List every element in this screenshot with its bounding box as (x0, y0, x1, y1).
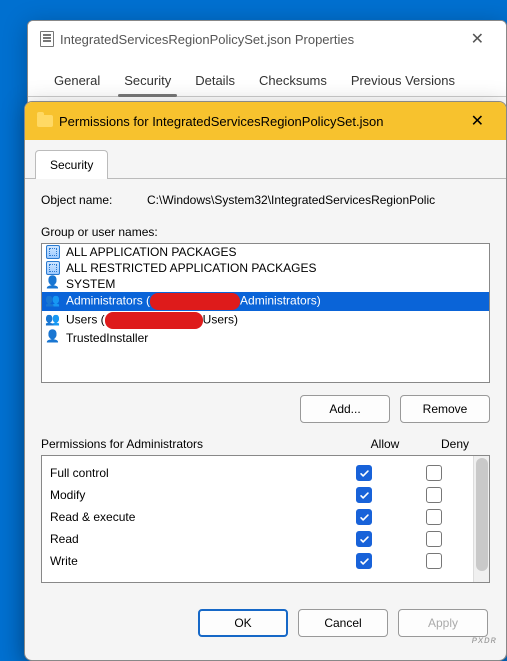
permission-name: Read & execute (50, 510, 329, 524)
object-name-row: Object name: C:\Windows\System32\Integra… (41, 193, 490, 207)
list-item[interactable]: ALL RESTRICTED APPLICATION PACKAGES (42, 260, 489, 276)
user-icon (46, 331, 60, 345)
cancel-button[interactable]: Cancel (298, 609, 388, 637)
document-icon (40, 31, 54, 47)
deny-cell (399, 465, 469, 481)
list-item[interactable]: ALL APPLICATION PACKAGES (42, 244, 489, 260)
permission-row: Read (50, 528, 469, 550)
deny-checkbox[interactable] (426, 465, 442, 481)
scrollbar[interactable] (473, 456, 489, 582)
add-button[interactable]: Add... (300, 395, 390, 423)
permission-name: Write (50, 554, 329, 568)
list-item[interactable]: TrustedInstaller (42, 330, 489, 346)
list-item[interactable]: Users (Users) (42, 311, 489, 330)
allow-checkbox[interactable] (356, 509, 372, 525)
folder-icon (37, 115, 53, 127)
tab-security[interactable]: Security (112, 67, 183, 96)
deny-checkbox[interactable] (426, 509, 442, 525)
allow-cell (329, 553, 399, 569)
list-item-label: ALL APPLICATION PACKAGES (66, 245, 237, 259)
dialog-body: Object name: C:\Windows\System32\Integra… (25, 178, 506, 595)
close-icon[interactable]: ✕ (461, 107, 494, 135)
deny-cell (399, 553, 469, 569)
permissions-title: Permissions for IntegratedServicesRegion… (59, 114, 461, 129)
deny-checkbox[interactable] (426, 553, 442, 569)
allow-header: Allow (350, 437, 420, 451)
group-names-label: Group or user names: (41, 225, 490, 239)
tab-general[interactable]: General (42, 67, 112, 96)
list-item-label: Users (Users) (66, 312, 238, 329)
permissions-scroll[interactable]: Full control Modify Read & execute Read Writ… (42, 456, 473, 582)
remove-button[interactable]: Remove (400, 395, 490, 423)
redaction (105, 312, 203, 329)
allow-cell (329, 509, 399, 525)
permission-name: Modify (50, 488, 329, 502)
package-icon (46, 245, 60, 259)
allow-cell (329, 465, 399, 481)
permissions-list: Full control Modify Read & execute Read Writ… (41, 455, 490, 583)
user-icon (46, 277, 60, 291)
dialog-footer: OK Cancel Apply (25, 595, 506, 651)
list-item-label: SYSTEM (66, 277, 115, 291)
allow-checkbox[interactable] (356, 553, 372, 569)
tab-previous-versions[interactable]: Previous Versions (339, 67, 467, 96)
permission-name: Full control (50, 466, 329, 480)
list-item[interactable]: SYSTEM (42, 276, 489, 292)
deny-cell (399, 487, 469, 503)
deny-header: Deny (420, 437, 490, 451)
permissions-dialog: Permissions for IntegratedServicesRegion… (24, 101, 507, 661)
ok-button[interactable]: OK (198, 609, 288, 637)
list-item-label: TrustedInstaller (66, 331, 148, 345)
permissions-titlebar: Permissions for IntegratedServicesRegion… (25, 102, 506, 140)
tab-security-inner[interactable]: Security (35, 150, 108, 179)
close-icon[interactable]: ✕ (461, 25, 494, 53)
allow-checkbox[interactable] (356, 487, 372, 503)
deny-cell (399, 509, 469, 525)
properties-titlebar: IntegratedServicesRegionPolicySet.json P… (28, 21, 506, 57)
allow-checkbox[interactable] (356, 531, 372, 547)
object-name-label: Object name: (41, 193, 147, 207)
permission-row: Write (50, 550, 469, 572)
permission-row: Read & execute (50, 506, 469, 528)
list-item[interactable]: Administrators (Administrators) (42, 292, 489, 311)
group-buttons: Add... Remove (41, 395, 490, 423)
deny-checkbox[interactable] (426, 531, 442, 547)
allow-cell (329, 531, 399, 547)
tab-details[interactable]: Details (183, 67, 247, 96)
allow-checkbox[interactable] (356, 465, 372, 481)
apply-button[interactable]: Apply (398, 609, 488, 637)
list-item-label: ALL RESTRICTED APPLICATION PACKAGES (66, 261, 317, 275)
permissions-tabs: Security (25, 140, 506, 179)
allow-cell (329, 487, 399, 503)
properties-title: IntegratedServicesRegionPolicySet.json P… (60, 32, 461, 47)
permissions-for-label: Permissions for Administrators (41, 437, 350, 451)
package-icon (46, 261, 60, 275)
permission-name: Read (50, 532, 329, 546)
deny-checkbox[interactable] (426, 487, 442, 503)
users-icon (46, 295, 60, 309)
users-icon (46, 314, 60, 328)
properties-tabs: General Security Details Checksums Previ… (28, 57, 506, 97)
group-user-list[interactable]: ALL APPLICATION PACKAGES ALL RESTRICTED A… (41, 243, 490, 383)
permission-row: Modify (50, 484, 469, 506)
deny-cell (399, 531, 469, 547)
scrollbar-thumb[interactable] (476, 458, 488, 571)
watermark: ᴘxᴅʀ (472, 635, 497, 646)
list-item-label: Administrators (Administrators) (66, 293, 321, 310)
permissions-header: Permissions for Administrators Allow Den… (41, 437, 490, 451)
redaction (150, 293, 240, 310)
permission-row: Full control (50, 462, 469, 484)
object-name-value: C:\Windows\System32\IntegratedServicesRe… (147, 193, 490, 207)
tab-checksums[interactable]: Checksums (247, 67, 339, 96)
